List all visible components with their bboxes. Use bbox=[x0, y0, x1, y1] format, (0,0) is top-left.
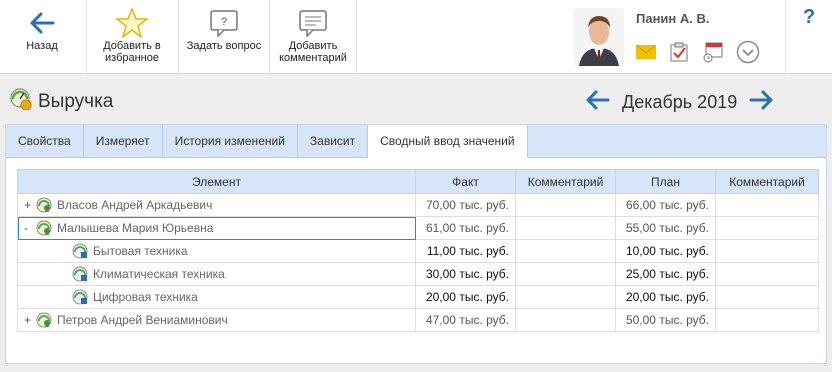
table-row[interactable]: + Власов Андрей Аркадьевич 70,00 тыс. руб.… bbox=[17, 193, 819, 217]
user-actions bbox=[635, 40, 760, 69]
cell-fact-comment[interactable] bbox=[515, 285, 616, 309]
cell-plan-comment[interactable] bbox=[715, 193, 819, 217]
category-icon bbox=[72, 289, 88, 305]
next-period-icon[interactable] bbox=[749, 90, 773, 115]
cell-plan-comment[interactable] bbox=[715, 239, 819, 263]
cell-plan[interactable]: 20,00 тыс. руб. bbox=[615, 285, 716, 309]
ask-question-label: Задать вопрос bbox=[186, 40, 262, 52]
add-favorite-button[interactable]: Добавить в избранное bbox=[88, 0, 176, 73]
col-plan[interactable]: План bbox=[615, 169, 716, 194]
comment-icon bbox=[298, 8, 328, 38]
cell-fact[interactable]: 47,00 тыс. руб. bbox=[415, 308, 516, 332]
col-fact-comment[interactable]: Комментарий bbox=[515, 169, 616, 194]
indicator-icon bbox=[10, 88, 32, 115]
cell-element[interactable]: + Власов Андрей Аркадьевич bbox=[17, 193, 416, 217]
expand-toggle[interactable]: + bbox=[24, 313, 36, 327]
row-name: Бытовая техника bbox=[93, 244, 188, 258]
help-icon[interactable]: ? bbox=[803, 6, 815, 29]
cell-plan-comment[interactable] bbox=[715, 262, 819, 286]
user-name[interactable]: Панин А. В. bbox=[636, 11, 710, 26]
cell-fact-comment[interactable] bbox=[515, 193, 616, 217]
cell-fact[interactable]: 11,00 тыс. руб. bbox=[415, 239, 516, 263]
cell-plan[interactable]: 55,00 тыс. руб. bbox=[615, 216, 716, 240]
mail-icon[interactable] bbox=[635, 44, 657, 64]
cell-plan-comment[interactable] bbox=[715, 308, 819, 332]
table-row[interactable]: + Петров Андрей Вениаминович 47,00 тыс. ру… bbox=[17, 308, 819, 332]
period-label: Декабрь 2019 bbox=[622, 92, 738, 112]
cell-plan[interactable]: 10,00 тыс. руб. bbox=[615, 239, 716, 263]
category-icon bbox=[72, 266, 88, 282]
task-check-icon[interactable] bbox=[670, 42, 688, 67]
prev-period-icon[interactable] bbox=[586, 90, 610, 115]
cell-plan[interactable]: 66,00 тыс. руб. bbox=[615, 193, 716, 217]
period-switcher: Декабрь 2019 bbox=[586, 90, 773, 115]
row-name: Власов Андрей Аркадьевич bbox=[57, 198, 213, 212]
add-favorite-label: Добавить в избранное bbox=[103, 40, 161, 64]
question-bubble-icon: ? bbox=[209, 8, 239, 38]
row-name: Петров Андрей Вениаминович bbox=[57, 313, 228, 327]
cell-element[interactable]: - Малышева Мария Юрьевна bbox=[17, 216, 416, 240]
page-title: Выручка bbox=[38, 90, 114, 112]
cell-fact-comment[interactable] bbox=[515, 308, 616, 332]
svg-text:?: ? bbox=[221, 16, 227, 28]
back-label: Назад bbox=[26, 40, 58, 52]
cell-fact-comment[interactable] bbox=[515, 239, 616, 263]
avatar[interactable] bbox=[574, 8, 624, 66]
arrow-left-icon bbox=[29, 8, 55, 38]
tab-depends[interactable]: Зависит bbox=[298, 125, 369, 157]
cell-element[interactable]: Бытовая техника bbox=[17, 239, 416, 263]
chevron-down-icon[interactable] bbox=[736, 40, 760, 69]
tab-history[interactable]: История изменений bbox=[163, 125, 298, 157]
col-element[interactable]: Элемент bbox=[17, 169, 416, 194]
row-name: Климатическая техника bbox=[93, 267, 225, 281]
col-plan-comment[interactable]: Комментарий bbox=[715, 169, 819, 194]
page-header: Выручка bbox=[10, 88, 113, 115]
person-indicator-icon bbox=[36, 197, 52, 213]
table-row[interactable]: Цифровая техника 20,00 тыс. руб. 20,00 тыс… bbox=[17, 285, 819, 309]
ask-question-button[interactable]: ? Задать вопрос bbox=[180, 0, 268, 73]
star-icon bbox=[116, 8, 148, 38]
expand-toggle[interactable]: + bbox=[24, 198, 36, 212]
tab-summary-input[interactable]: Сводный ввод значений bbox=[368, 125, 528, 158]
cell-element[interactable]: Цифровая техника bbox=[17, 285, 416, 309]
cell-plan[interactable]: 50,00 тыс. руб. bbox=[615, 308, 716, 332]
cell-plan[interactable]: 25,00 тыс. руб. bbox=[615, 262, 716, 286]
add-comment-button[interactable]: Добавить комментарий bbox=[271, 0, 355, 73]
tab-bar: Свойства Измеряет История изменений Зави… bbox=[6, 125, 826, 158]
main-panel: Свойства Измеряет История изменений Зави… bbox=[5, 124, 827, 364]
calendar-icon[interactable] bbox=[702, 41, 724, 68]
cell-element[interactable]: Климатическая техника bbox=[17, 262, 416, 286]
back-button[interactable]: Назад bbox=[0, 0, 84, 73]
table-header-row: Элемент Факт Комментарий План Комментари… bbox=[17, 169, 819, 194]
tab-properties[interactable]: Свойства bbox=[6, 125, 84, 157]
cell-fact[interactable]: 20,00 тыс. руб. bbox=[415, 285, 516, 309]
cell-element[interactable]: + Петров Андрей Вениаминович bbox=[17, 308, 416, 332]
cell-fact[interactable]: 70,00 тыс. руб. bbox=[415, 193, 516, 217]
col-fact[interactable]: Факт bbox=[415, 169, 516, 194]
cell-fact-comment[interactable] bbox=[515, 262, 616, 286]
table-row[interactable]: - Малышева Мария Юрьевна 61,00 тыс. руб. 55… bbox=[17, 216, 819, 240]
tab-measures[interactable]: Измеряет bbox=[84, 125, 163, 157]
person-indicator-icon bbox=[36, 312, 52, 328]
values-table: Элемент Факт Комментарий План Комментари… bbox=[17, 169, 819, 332]
row-name: Малышева Мария Юрьевна bbox=[57, 221, 214, 235]
add-comment-label: Добавить комментарий bbox=[279, 40, 347, 64]
person-indicator-icon bbox=[36, 220, 52, 236]
category-icon bbox=[72, 243, 88, 259]
cell-fact-comment[interactable] bbox=[515, 216, 616, 240]
toolbar: Назад Добавить в избранное ? Задать вопр… bbox=[0, 0, 832, 74]
cell-fact[interactable]: 61,00 тыс. руб. bbox=[415, 216, 516, 240]
cell-plan-comment[interactable] bbox=[715, 216, 819, 240]
table-row[interactable]: Бытовая техника 11,00 тыс. руб. 10,00 тыс.… bbox=[17, 239, 819, 263]
expand-toggle[interactable]: - bbox=[24, 221, 36, 235]
cell-plan-comment[interactable] bbox=[715, 285, 819, 309]
row-name: Цифровая техника bbox=[93, 290, 198, 304]
cell-fact[interactable]: 30,00 тыс. руб. bbox=[415, 262, 516, 286]
table-row[interactable]: Климатическая техника 30,00 тыс. руб. 25,0… bbox=[17, 262, 819, 286]
